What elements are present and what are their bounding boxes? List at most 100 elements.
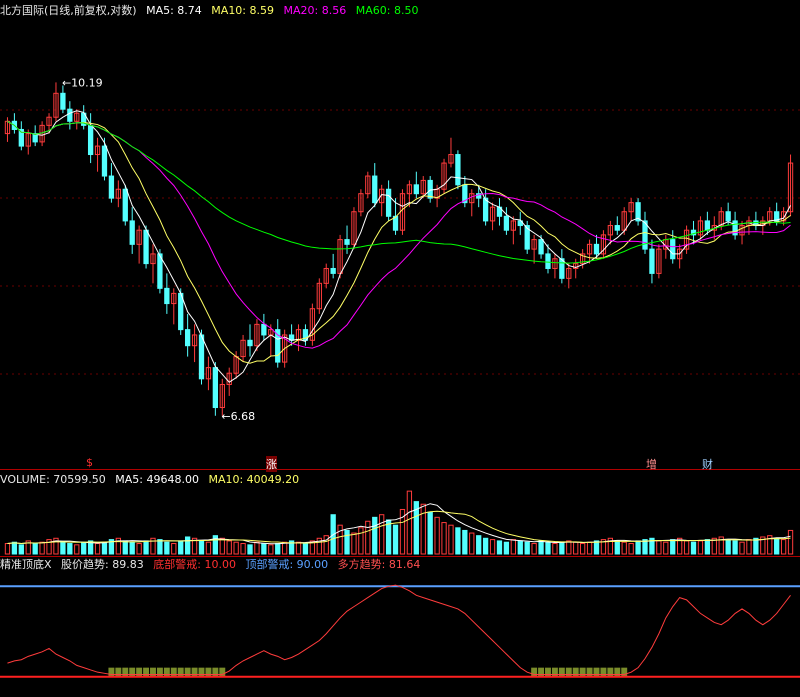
volume-bar xyxy=(593,540,600,555)
candle-body xyxy=(427,179,433,199)
volume-bar xyxy=(143,540,149,555)
volume-bar xyxy=(503,541,510,555)
candle-body xyxy=(614,225,620,231)
volume-bar xyxy=(489,539,496,555)
badge-zhang[interactable]: 涨 xyxy=(266,456,277,472)
volume-bar xyxy=(455,527,461,555)
volume-ma5-readout: MA5: 49648.00 xyxy=(115,473,199,486)
badge-dollar[interactable]: $ xyxy=(86,456,93,469)
ma5-readout: MA5: 8.74 xyxy=(146,4,202,17)
candle-body xyxy=(725,211,731,222)
bottom-zone-bar xyxy=(170,667,177,677)
volume-bar xyxy=(697,540,704,555)
stock-chart-canvas: ←10.19 ←6.68 xyxy=(0,76,800,678)
candle-body xyxy=(385,188,392,217)
volume-bar xyxy=(434,516,440,555)
volume-bar xyxy=(739,541,745,555)
badge-zeng[interactable]: 增 xyxy=(646,456,657,472)
badge-cai[interactable]: 财 xyxy=(702,456,713,472)
bottom-warning-readout: 底部警戒: 10.00 xyxy=(153,558,236,571)
bottom-zone-bar xyxy=(593,667,600,677)
bottom-zone-bar xyxy=(538,667,545,677)
volume-bar xyxy=(358,527,364,555)
candle-body xyxy=(482,197,489,222)
bottom-zone-bar xyxy=(122,667,129,677)
volume-bar xyxy=(11,541,18,555)
candle-body xyxy=(122,188,128,222)
volume-bar xyxy=(74,544,80,555)
bottom-zone-bar xyxy=(586,667,593,677)
volume-bar xyxy=(122,540,128,555)
candle-body xyxy=(87,124,94,156)
volume-bar xyxy=(566,540,572,555)
volume-bar xyxy=(406,490,413,555)
bottom-zone-bar xyxy=(212,667,219,677)
volume-bar xyxy=(233,541,239,555)
bottom-zone-bar xyxy=(143,667,150,677)
volume-bar xyxy=(746,539,752,555)
candle-body xyxy=(704,220,711,231)
volume-bar xyxy=(365,520,371,555)
bottom-zone-bar xyxy=(136,667,143,677)
bottom-zone-bar xyxy=(572,667,579,677)
panel-separator-1 xyxy=(0,469,800,470)
bottom-zone-bar xyxy=(614,667,621,677)
volume-bar xyxy=(32,543,38,555)
bottom-zone-bar xyxy=(129,667,136,677)
bottom-zone-bar xyxy=(579,667,586,677)
trend-readout: 股价趋势: 89.83 xyxy=(61,558,144,571)
volume-bar xyxy=(81,541,87,555)
bottom-zone-bar xyxy=(150,667,156,677)
volume-bar xyxy=(517,540,523,555)
bottom-zone-bar xyxy=(558,667,565,677)
volume-bar xyxy=(628,543,634,555)
volume-ma5-line xyxy=(7,503,791,545)
bottom-zone-bar xyxy=(565,667,572,677)
bottom-zone-bar xyxy=(545,667,551,677)
bottom-zone-bar xyxy=(191,667,198,677)
volume-bar xyxy=(573,541,579,555)
volume-bar xyxy=(780,539,787,555)
volume-bar xyxy=(732,540,738,555)
volume-bar xyxy=(392,524,399,555)
bottom-zone-bar xyxy=(115,667,122,677)
volume-bar xyxy=(39,541,45,555)
bottom-zone-bar xyxy=(198,667,205,677)
low-price-label: ←6.68 xyxy=(221,410,255,423)
candle-body xyxy=(413,184,419,195)
volume-readout: VOLUME: 70599.50 xyxy=(0,473,106,486)
price-panel-header: 北方国际(日线,前复权,对数) MA5: 8.74 MA10: 8.59 MA2… xyxy=(0,4,424,18)
volume-bar xyxy=(136,543,142,555)
candle-body xyxy=(593,243,600,255)
candle-body xyxy=(261,323,267,336)
bottom-zone-bar xyxy=(219,667,226,677)
volume-bar xyxy=(4,543,11,555)
volume-bar xyxy=(171,543,177,555)
volume-ma10-line xyxy=(7,510,791,545)
candle-body xyxy=(184,329,191,347)
candle-body xyxy=(60,92,66,110)
indicator-panel-header: 精准顶底X 股价趋势: 89.83 底部警戒: 10.00 顶部警戒: 90.0… xyxy=(0,558,426,572)
volume-bar xyxy=(524,541,530,555)
candle-body xyxy=(559,258,565,279)
volume-bar xyxy=(469,532,475,555)
volume-bar xyxy=(586,541,593,555)
volume-bar xyxy=(531,543,537,555)
volume-bar xyxy=(129,541,135,555)
volume-bar xyxy=(178,540,184,555)
volume-bar xyxy=(60,541,66,555)
candle-body xyxy=(143,229,149,265)
candle-body xyxy=(330,267,336,274)
volume-bar xyxy=(157,539,163,555)
volume-bar xyxy=(579,543,586,555)
volume-bar xyxy=(635,540,641,555)
stock-title: 北方国际(日线,前复权,对数) xyxy=(0,4,137,17)
candle-body xyxy=(649,248,655,274)
volume-bar xyxy=(18,544,24,555)
volume-bar xyxy=(427,511,433,555)
volume-bar xyxy=(67,543,73,555)
volume-bar xyxy=(420,503,426,555)
volume-bar xyxy=(510,539,516,555)
volume-bar xyxy=(704,539,711,555)
volume-bar xyxy=(198,540,205,555)
